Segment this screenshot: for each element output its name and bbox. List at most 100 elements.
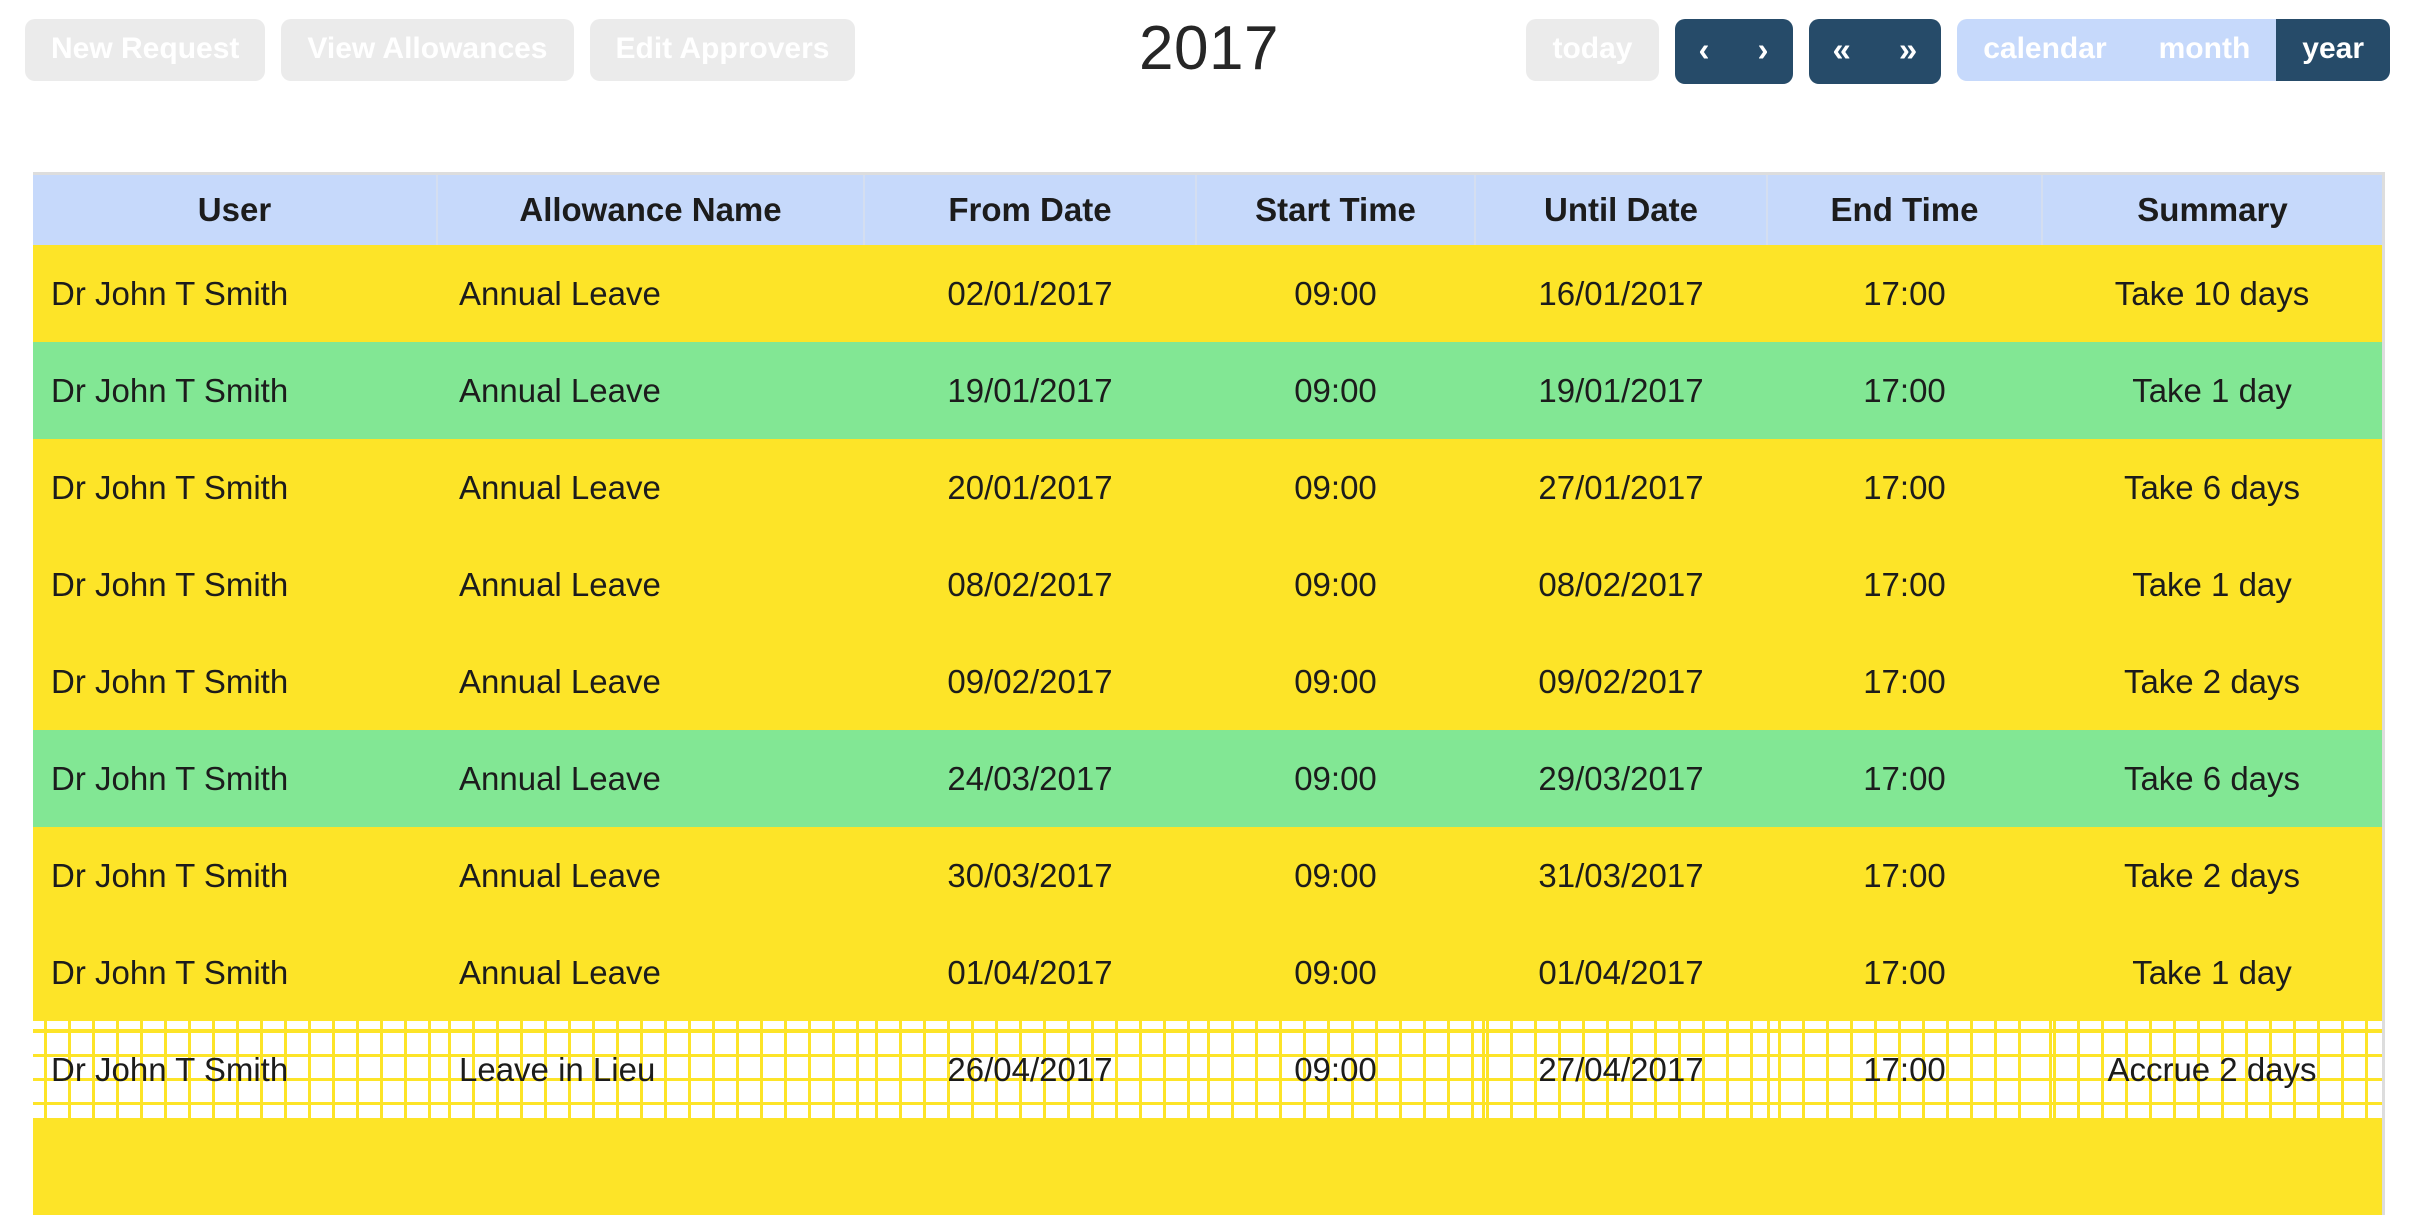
cell-text: Dr John T Smith xyxy=(51,662,289,700)
table-row[interactable]: Dr John T Smith Annual Leave 08/02/2017 09:… xyxy=(33,536,2382,633)
cell-text: Annual Leave xyxy=(459,759,661,797)
cell-start-time: 09:00 xyxy=(1196,245,1475,342)
cell-text: Annual Leave xyxy=(459,856,661,894)
column-header-allowance-name[interactable]: Allowance Name xyxy=(437,175,865,245)
cell-summary xyxy=(2042,1118,2382,1215)
cell-summary: Take 1 day xyxy=(2042,342,2382,439)
new-request-button[interactable]: New Request xyxy=(25,19,266,81)
prev-next-year-group: « » xyxy=(1808,19,1942,84)
cell-end-time xyxy=(1767,1118,2042,1215)
cell-allowance: Leave in Lieu xyxy=(437,1021,864,1118)
table-row[interactable]: Dr John T Smith Annual Leave 09/02/2017 09:… xyxy=(33,633,2382,730)
view-year-tab[interactable]: year xyxy=(2276,19,2390,81)
cell-end-time: 17:00 xyxy=(1767,924,2042,1021)
column-header-summary[interactable]: Summary xyxy=(2042,175,2382,245)
cell-user: Dr John T Smith xyxy=(33,536,437,633)
cell-user: Dr John T Smith xyxy=(33,342,437,439)
cell-text: 19/01/2017 xyxy=(947,371,1113,409)
column-header-user[interactable]: User xyxy=(33,175,438,245)
column-header-end-time[interactable]: End Time xyxy=(1767,175,2043,245)
cell-from-date: 09/02/2017 xyxy=(864,633,1196,730)
next-arrow-icon[interactable]: › xyxy=(1734,19,1793,84)
table-row[interactable]: Dr John T Smith Annual Leave 01/04/2017 09:… xyxy=(33,924,2382,1021)
cell-text: Dr John T Smith xyxy=(51,565,289,603)
cell-text: Take 2 days xyxy=(2123,662,2301,700)
cell-until-date: 19/01/2017 xyxy=(1475,342,1767,439)
view-month-tab[interactable]: month xyxy=(2132,19,2277,81)
cell-allowance xyxy=(437,1118,864,1215)
cell-start-time: 09:00 xyxy=(1196,730,1475,827)
cell-until-date: 09/02/2017 xyxy=(1475,633,1767,730)
cell-end-time: 17:00 xyxy=(1767,730,2042,827)
cell-start-time: 09:00 xyxy=(1196,827,1475,924)
table-row[interactable]: Dr John T Smith Annual Leave 24/03/2017 09:… xyxy=(33,730,2382,827)
cell-until-date: 27/01/2017 xyxy=(1475,439,1767,536)
leave-table-container: User Allowance Name From Date Start Time… xyxy=(33,172,2385,1215)
column-header-until-date[interactable]: Until Date xyxy=(1475,175,1768,245)
prev-arrow-icon[interactable]: ‹ xyxy=(1675,19,1734,84)
toolbar: New Request View Allowances Edit Approve… xyxy=(0,0,2418,103)
cell-text: Leave in Lieu xyxy=(459,1050,656,1088)
cell-text: 01/04/2017 xyxy=(947,953,1113,991)
cell-summary: Take 1 day xyxy=(2042,924,2382,1021)
double-next-arrow-icon[interactable]: » xyxy=(1875,19,1941,84)
cell-end-time: 17:00 xyxy=(1767,1021,2042,1118)
cell-user: Dr John T Smith xyxy=(33,633,437,730)
cell-text: Dr John T Smith xyxy=(51,1050,289,1088)
table-row[interactable]: Dr John T Smith Annual Leave 02/01/2017 09:… xyxy=(33,245,2382,342)
cell-text: Take 6 days xyxy=(2123,759,2301,797)
cell-text: Annual Leave xyxy=(459,565,661,603)
cell-text: Dr John T Smith xyxy=(51,371,289,409)
cell-start-time xyxy=(1196,1118,1475,1215)
cell-text: Annual Leave xyxy=(459,468,661,506)
cell-text: 29/03/2017 xyxy=(1538,759,1704,797)
cell-text: Dr John T Smith xyxy=(51,468,289,506)
table-row[interactable]: Dr John T Smith Leave in Lieu 26/04/2017 09… xyxy=(33,1021,2382,1118)
table-row[interactable]: Dr John T Smith Annual Leave 20/01/2017 09:… xyxy=(33,439,2382,536)
prev-next-group: ‹ › xyxy=(1674,19,1793,84)
table-body: Dr John T Smith Annual Leave 02/01/2017 09:… xyxy=(33,245,2382,1215)
cell-from-date: 19/01/2017 xyxy=(864,342,1196,439)
cell-text: Accrue 2 days xyxy=(2107,1050,2317,1088)
cell-text: 09:00 xyxy=(1294,371,1377,409)
table-row[interactable]: Dr John T Smith Annual Leave 30/03/2017 09:… xyxy=(33,827,2382,924)
table-row[interactable]: Dr John T Smith Annual Leave 19/01/2017 09:… xyxy=(33,342,2382,439)
column-header-start-time[interactable]: Start Time xyxy=(1196,175,1476,245)
cell-user xyxy=(33,1118,437,1215)
cell-text: 26/04/2017 xyxy=(947,1050,1113,1088)
cell-text: Dr John T Smith xyxy=(51,953,289,991)
table-row[interactable] xyxy=(33,1118,2382,1215)
cell-summary: Take 6 days xyxy=(2042,439,2382,536)
cell-end-time: 17:00 xyxy=(1767,439,2042,536)
cell-allowance: Annual Leave xyxy=(437,924,864,1021)
cell-allowance: Annual Leave xyxy=(437,245,864,342)
cell-text: 20/01/2017 xyxy=(947,468,1113,506)
cell-summary: Accrue 2 days xyxy=(2042,1021,2382,1118)
cell-user: Dr John T Smith xyxy=(33,730,437,827)
view-allowances-button[interactable]: View Allowances xyxy=(281,19,574,81)
cell-text: 09:00 xyxy=(1294,953,1377,991)
cell-text: 01/04/2017 xyxy=(1538,953,1704,991)
cell-start-time: 09:00 xyxy=(1196,342,1475,439)
cell-until-date: 08/02/2017 xyxy=(1475,536,1767,633)
cell-text: 09/02/2017 xyxy=(1538,662,1704,700)
cell-text: 17:00 xyxy=(1863,371,1946,409)
cell-summary: Take 2 days xyxy=(2042,633,2382,730)
cell-text: Annual Leave xyxy=(459,953,661,991)
cell-text: 17:00 xyxy=(1863,759,1946,797)
edit-approvers-button[interactable]: Edit Approvers xyxy=(589,19,856,81)
cell-allowance: Annual Leave xyxy=(437,633,864,730)
cell-summary: Take 6 days xyxy=(2042,730,2382,827)
view-calendar-tab[interactable]: calendar xyxy=(1957,19,2133,81)
column-header-from-date[interactable]: From Date xyxy=(864,175,1197,245)
cell-text: 17:00 xyxy=(1863,274,1946,312)
cell-user: Dr John T Smith xyxy=(33,245,437,342)
double-prev-arrow-icon[interactable]: « xyxy=(1809,19,1875,84)
cell-until-date: 27/04/2017 xyxy=(1475,1021,1767,1118)
cell-text: 02/01/2017 xyxy=(947,274,1113,312)
cell-end-time: 17:00 xyxy=(1767,245,2042,342)
cell-text: Take 10 days xyxy=(2114,274,2310,312)
today-button[interactable]: today xyxy=(1526,19,1659,81)
cell-text: Take 2 days xyxy=(2123,856,2301,894)
cell-text: 17:00 xyxy=(1863,953,1946,991)
